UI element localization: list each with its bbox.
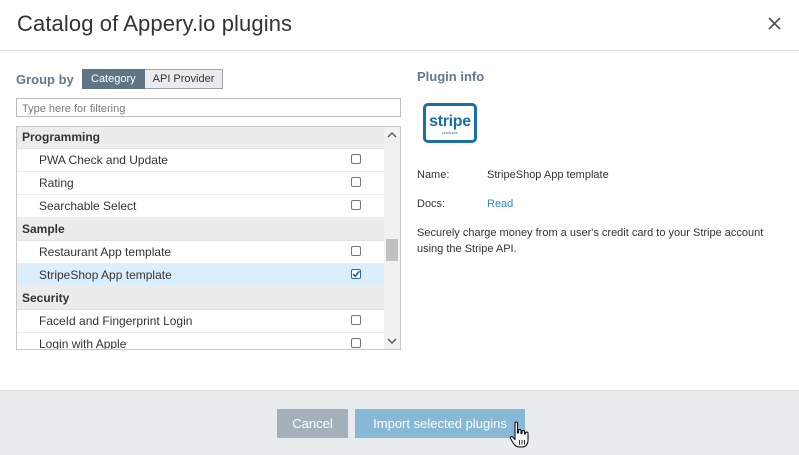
dialog-footer: Cancel Import selected plugins — [0, 390, 799, 455]
stripe-logo-text: stripe — [429, 113, 471, 130]
name-label: Name: — [417, 169, 450, 181]
plugin-row-faceid[interactable]: FaceId and Fingerprint Login — [17, 310, 384, 333]
tab-category[interactable]: Category — [82, 69, 145, 89]
plugin-row-searchable-select[interactable]: Searchable Select — [17, 195, 384, 218]
stripe-logo: stripe products — [423, 103, 477, 143]
docs-label: Docs: — [417, 198, 446, 210]
plugin-checkbox[interactable] — [351, 154, 361, 164]
name-value: StripeShop App template — [487, 169, 609, 181]
plugin-catalog-dialog: Catalog of Appery.io plugins Group by Ca… — [0, 0, 799, 455]
close-icon[interactable] — [765, 12, 785, 34]
plugin-checkbox-checked[interactable] — [351, 269, 361, 279]
group-programming: Programming — [17, 127, 384, 149]
plugin-label: FaceId and Fingerprint Login — [39, 314, 193, 328]
stripe-logo-subtext: products — [442, 130, 458, 135]
plugin-checkbox[interactable] — [351, 246, 361, 256]
plugin-checkbox[interactable] — [351, 200, 361, 210]
group-by-toggle: Category API Provider — [82, 69, 224, 89]
dialog-header: Catalog of Appery.io plugins — [0, 0, 799, 51]
group-by-label: Group by — [16, 72, 74, 87]
list-scrollbar[interactable] — [384, 127, 400, 349]
scroll-thumb[interactable] — [386, 239, 398, 261]
plugin-row-restaurant[interactable]: Restaurant App template — [17, 241, 384, 264]
filter-field — [16, 98, 401, 118]
plugin-label: PWA Check and Update — [39, 153, 168, 167]
plugin-label: Searchable Select — [39, 199, 137, 213]
plugin-label: StripeShop App template — [39, 268, 172, 282]
plugin-checkbox[interactable] — [351, 338, 361, 348]
import-selected-button[interactable]: Import selected plugins — [355, 409, 525, 438]
filter-input[interactable] — [17, 100, 400, 118]
plugin-checkbox[interactable] — [351, 315, 361, 325]
plugin-label: Rating — [39, 176, 74, 190]
plugin-label: Login with Apple — [39, 337, 127, 350]
docs-read-link[interactable]: Read — [487, 198, 513, 210]
plugin-checkbox[interactable] — [351, 177, 361, 187]
scroll-down-icon[interactable] — [384, 333, 400, 349]
scroll-up-icon[interactable] — [384, 127, 400, 143]
group-sample: Sample — [17, 218, 384, 241]
plugin-label: Restaurant App template — [39, 245, 172, 259]
plugin-row-rating[interactable]: Rating — [17, 172, 384, 195]
plugin-list: Programming PWA Check and Update Rating … — [16, 126, 401, 350]
checkmark-icon — [352, 270, 360, 278]
plugin-description: Securely charge money from a user's cred… — [417, 227, 764, 255]
tab-api-provider[interactable]: API Provider — [144, 69, 224, 89]
group-security: Security — [17, 287, 384, 310]
dialog-title: Catalog of Appery.io plugins — [17, 11, 293, 36]
plugin-row-login-apple[interactable]: Login with Apple — [17, 333, 384, 350]
cancel-button[interactable]: Cancel — [277, 409, 348, 438]
plugin-list-rows: Programming PWA Check and Update Rating … — [17, 127, 384, 350]
plugin-row-pwa-check[interactable]: PWA Check and Update — [17, 149, 384, 172]
plugin-info-title: Plugin info — [417, 69, 485, 84]
plugin-row-stripeshop[interactable]: StripeShop App template — [17, 264, 384, 287]
